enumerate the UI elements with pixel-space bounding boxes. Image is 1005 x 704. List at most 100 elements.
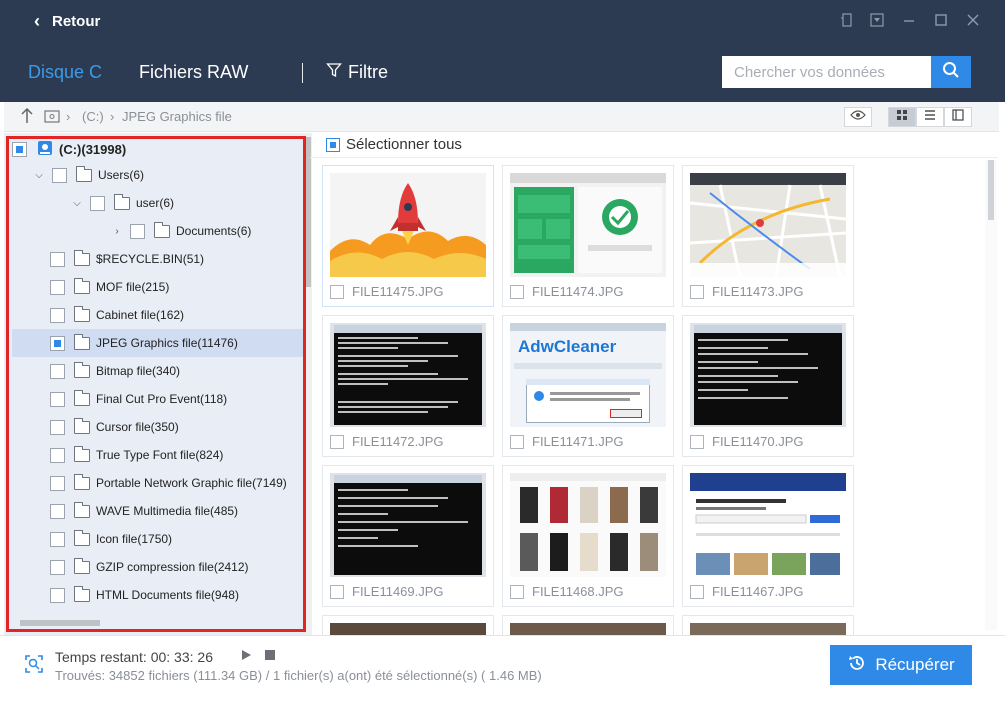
tree-item-checkbox[interactable] [50,419,65,435]
tree-item-checkbox[interactable] [90,195,105,211]
select-all[interactable]: Sélectionner tous [326,136,462,153]
recover-button[interactable]: Récupérer [830,645,972,685]
tree-item[interactable]: Portable Network Graphic file(7149) [12,469,304,497]
search-input[interactable] [722,56,932,88]
tree-root[interactable]: (C:)(31998) [12,135,304,163]
grid-scrollbar[interactable] [985,160,997,630]
tree-scrollbar[interactable] [304,133,312,635]
file-card-partial[interactable] [502,615,674,635]
maximize-icon[interactable] [932,13,950,31]
list-view-button[interactable] [916,107,944,127]
file-checkbox[interactable] [690,434,704,449]
tree-item-selected[interactable]: JPEG Graphics file(11476) [12,329,304,357]
path-bar: › (C:) › JPEG Graphics file [4,102,999,132]
tree-item[interactable]: Bitmap file(340) [12,357,304,385]
file-checkbox[interactable] [510,584,524,599]
tree-item-checkbox[interactable] [52,167,67,183]
feedback-icon[interactable] [838,13,856,31]
grid-view-button[interactable] [888,107,916,127]
tree-horizontal-scrollbar[interactable] [20,620,100,626]
tree-item-label: Cursor file(350) [96,420,179,434]
tree-root-checkbox[interactable] [12,141,27,157]
tree-item-checkbox[interactable] [130,223,145,239]
preview-toggle[interactable] [844,107,872,127]
filter-button[interactable]: Filtre [326,62,388,83]
stop-icon[interactable] [264,648,276,666]
tree-item-checkbox[interactable] [50,363,65,379]
tree-item-label: Icon file(1750) [96,532,173,546]
console-thumbnail [690,323,846,427]
main-header: Disque C Fichiers RAW Filtre [0,44,1005,102]
file-checkbox[interactable] [330,584,344,599]
play-icon[interactable] [240,648,252,666]
tree-item-user[interactable]: ⌵ user(6) [70,189,304,217]
tree-scrollbar-thumb[interactable] [305,137,311,287]
file-card[interactable]: FILE11475.JPG [322,165,494,307]
file-card[interactable]: FILE11469.JPG [322,465,494,607]
file-checkbox[interactable] [330,284,344,299]
search-button[interactable] [931,56,971,88]
tree-item-checkbox[interactable] [50,251,65,267]
file-checkbox[interactable] [690,284,704,299]
tree-item-documents[interactable]: › Documents(6) [110,217,304,245]
tree-item-checkbox[interactable] [50,559,65,575]
file-card[interactable]: FILE11467.JPG [682,465,854,607]
tree-item-checkbox[interactable] [50,307,65,323]
tree-item-checkbox[interactable] [50,391,65,407]
tree-item[interactable]: MOF file(215) [12,273,304,301]
breadcrumb-folder[interactable]: JPEG Graphics file [122,109,232,124]
tree-item-checkbox[interactable] [50,587,65,603]
tree-item[interactable]: GZIP compression file(2412) [12,553,304,581]
folder-icon [74,501,90,518]
tree-item[interactable]: Icon file(1750) [12,525,304,553]
tree-item[interactable]: HTML Documents file(948) [12,581,304,609]
select-all-label: Sélectionner tous [346,136,462,153]
tree-item[interactable]: True Type Font file(824) [12,441,304,469]
file-card-partial[interactable] [682,615,854,635]
tree-item[interactable]: $RECYCLE.BIN(51) [12,245,304,273]
booking-thumbnail [690,473,846,577]
hard-drive-icon [37,139,53,160]
tree-item[interactable]: Cursor file(350) [12,413,304,441]
file-card-partial[interactable] [322,615,494,635]
file-card[interactable]: FILE11473.JPG [682,165,854,307]
back-button[interactable]: ‹ Retour [34,12,100,30]
chevron-right-icon[interactable]: › [110,226,124,237]
chevron-down-icon[interactable]: ⌵ [32,170,46,181]
file-checkbox[interactable] [510,284,524,299]
drive-icon [44,108,60,129]
select-all-checkbox[interactable] [326,137,340,152]
file-card[interactable]: FILE11468.JPG [502,465,674,607]
breadcrumb-drive[interactable]: (C:) [82,109,104,124]
tab-disk-c[interactable]: Disque C [28,62,102,83]
tree-item[interactable]: WAVE Multimedia file(485) [12,497,304,525]
file-name: FILE11473.JPG [712,284,804,299]
file-card[interactable]: FILE11472.JPG [322,315,494,457]
file-checkbox[interactable] [510,434,524,449]
file-card[interactable]: FILE11474.JPG [502,165,674,307]
tree-item-users[interactable]: ⌵ Users(6) [32,161,304,189]
close-icon[interactable] [964,13,982,31]
arrow-up-icon[interactable] [20,107,34,129]
chevron-down-icon[interactable]: ⌵ [70,198,84,209]
tree-item[interactable]: Final Cut Pro Event(118) [12,385,304,413]
menu-icon[interactable] [868,13,886,31]
tree-item-checkbox[interactable] [50,531,65,547]
tree-item-checkbox[interactable] [50,503,65,519]
folder-icon [74,417,90,434]
file-card-footer: FILE11471.JPG [510,434,624,449]
tree-item-checkbox[interactable] [50,279,65,295]
file-checkbox[interactable] [330,434,344,449]
detail-view-button[interactable] [944,107,972,127]
tree-item-checkbox[interactable] [50,447,65,463]
file-card-footer: FILE11467.JPG [690,584,804,599]
tree-item[interactable]: Cabinet file(162) [12,301,304,329]
minimize-icon[interactable] [900,13,918,31]
file-card[interactable]: AdwCleaner FILE11471.JPG [502,315,674,457]
tree-item-checkbox[interactable] [50,475,65,491]
tree-item-checkbox[interactable] [50,335,65,351]
grid-scrollbar-thumb[interactable] [988,160,994,220]
tab-raw-files[interactable]: Fichiers RAW [139,62,248,83]
file-checkbox[interactable] [690,584,704,599]
file-card[interactable]: FILE11470.JPG [682,315,854,457]
